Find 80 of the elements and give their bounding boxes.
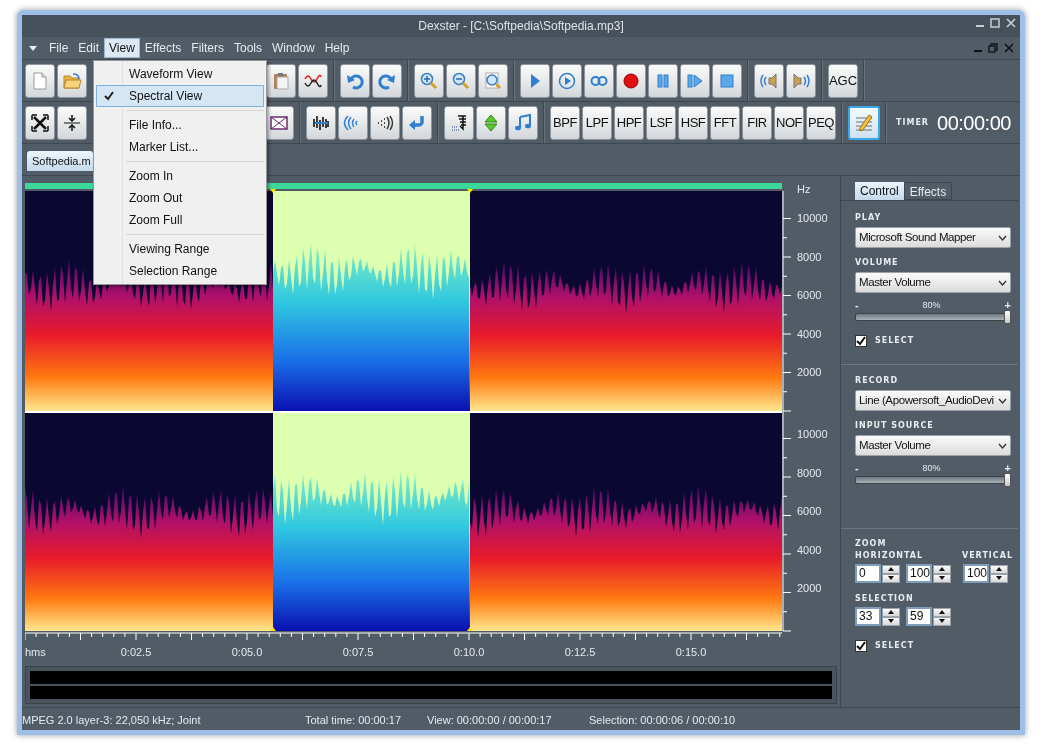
filter-button[interactable]: NOF <box>774 105 804 140</box>
status-text: Selection: 00:00:06 / 00:00:10 <box>589 713 736 726</box>
timer-display: 00:00:00 <box>937 110 1011 136</box>
menu-entry[interactable]: File Info... <box>96 114 264 136</box>
axis-label: hms <box>25 645 46 660</box>
panel-tab[interactable]: Effects <box>903 182 953 200</box>
number-field[interactable]: 59 <box>906 607 932 626</box>
axis-label: 0:02.5 <box>120 645 152 660</box>
number-field[interactable]: 0 <box>855 564 881 583</box>
number-field[interactable]: 100 <box>906 564 932 583</box>
menu-entry[interactable]: Waveform View <box>96 63 264 85</box>
menu-entry[interactable]: Selection Range <box>96 260 264 282</box>
section-heading: RECORD <box>855 375 900 387</box>
number-field[interactable]: 33 <box>855 607 881 626</box>
section-heading: PLAY <box>855 212 883 224</box>
unit-label: Hz <box>797 182 811 197</box>
section-heading: ZOOM <box>855 538 888 550</box>
dropdown[interactable]: Master Volume <box>855 272 1011 293</box>
axis-label: 0:10.0 <box>453 645 485 660</box>
dropdown[interactable]: Microsoft Sound Mapper <box>855 227 1011 248</box>
timer-label: TIMER <box>896 116 930 129</box>
filter-button[interactable]: FIR <box>742 105 772 140</box>
menu-entry[interactable]: Zoom Full <box>96 209 264 231</box>
menu-item[interactable]: View <box>104 38 140 58</box>
status-text: Total time: 00:00:17 <box>305 713 401 726</box>
axis-label: 0:12.5 <box>564 645 596 660</box>
agc-button[interactable]: AGC <box>828 63 858 98</box>
filter-button[interactable]: BPF <box>550 105 580 140</box>
menu-entry[interactable]: Viewing Range <box>96 238 264 260</box>
menu-item[interactable]: Tools <box>228 38 267 58</box>
volume-reading: 80% <box>922 462 941 474</box>
filter-button[interactable]: FFT <box>710 105 740 140</box>
filter-button[interactable]: HSF <box>678 105 708 140</box>
minus-sign: - <box>855 299 859 311</box>
axis-label: 4000 <box>797 327 822 341</box>
axis-label: 10000 <box>797 212 828 225</box>
document-tab[interactable]: Softpedia.m <box>27 151 93 171</box>
filter-button[interactable]: HPF <box>614 105 644 140</box>
status-text: View: 00:00:00 / 00:00:17 <box>427 713 552 726</box>
checkbox-label: SELECT <box>875 335 915 347</box>
status-text: MPEG 2.0 layer-3: 22,050 kHz; Joint <box>22 713 201 726</box>
menu-item[interactable]: Help <box>319 38 355 58</box>
menu-item[interactable]: Window <box>267 38 320 58</box>
axis-label: 8000 <box>797 466 822 480</box>
axis-label: 10000 <box>797 428 828 441</box>
volume-reading: 80% <box>922 299 941 311</box>
filter-button[interactable]: LPF <box>582 105 612 140</box>
axis-label: 2000 <box>797 366 822 379</box>
section-heading: VERTICAL <box>961 550 1013 562</box>
axis-label: 8000 <box>797 250 822 264</box>
dropdown[interactable]: Master Volume <box>855 435 1011 456</box>
dropdown[interactable]: Line (Apowersoft_AudioDevi <box>855 390 1011 411</box>
axis-label: 6000 <box>797 505 822 518</box>
menu-item[interactable]: File <box>44 38 74 58</box>
menu-item[interactable]: Filters <box>186 38 229 58</box>
checkbox-label: SELECT <box>875 640 915 652</box>
minus-sign: - <box>855 462 859 474</box>
axis-label: 0:15.0 <box>675 645 707 660</box>
section-heading: SELECTION <box>855 593 915 605</box>
section-heading: INPUT SOURCE <box>855 420 935 432</box>
window-title: Dexster - [C:\Softpedia\Softpedia.mp3] <box>418 18 624 35</box>
filter-button[interactable]: LSF <box>646 105 676 140</box>
section-heading: VOLUME <box>855 257 900 269</box>
panel-tab[interactable]: Control <box>855 182 904 200</box>
axis-label: 6000 <box>797 289 822 302</box>
menu-item[interactable]: Effects <box>139 38 187 58</box>
axis-label: 4000 <box>797 543 822 557</box>
number-field[interactable]: 100 <box>963 564 989 583</box>
axis-label: 2000 <box>797 582 822 595</box>
axis-label: 0:05.0 <box>231 645 263 660</box>
section-heading: HORIZONTAL <box>855 550 924 562</box>
menu-item[interactable]: Edit <box>73 38 105 58</box>
menu-entry[interactable]: Zoom Out <box>96 187 264 209</box>
plus-sign: + <box>1004 462 1011 474</box>
axis-label: 0:07.5 <box>342 645 374 660</box>
filter-button[interactable]: PEQ <box>806 105 836 140</box>
plus-sign: + <box>1004 299 1011 311</box>
menu-entry[interactable]: Zoom In <box>96 165 264 187</box>
menu-entry[interactable]: Marker List... <box>96 136 264 158</box>
menu-entry[interactable]: Spectral View <box>96 85 264 107</box>
